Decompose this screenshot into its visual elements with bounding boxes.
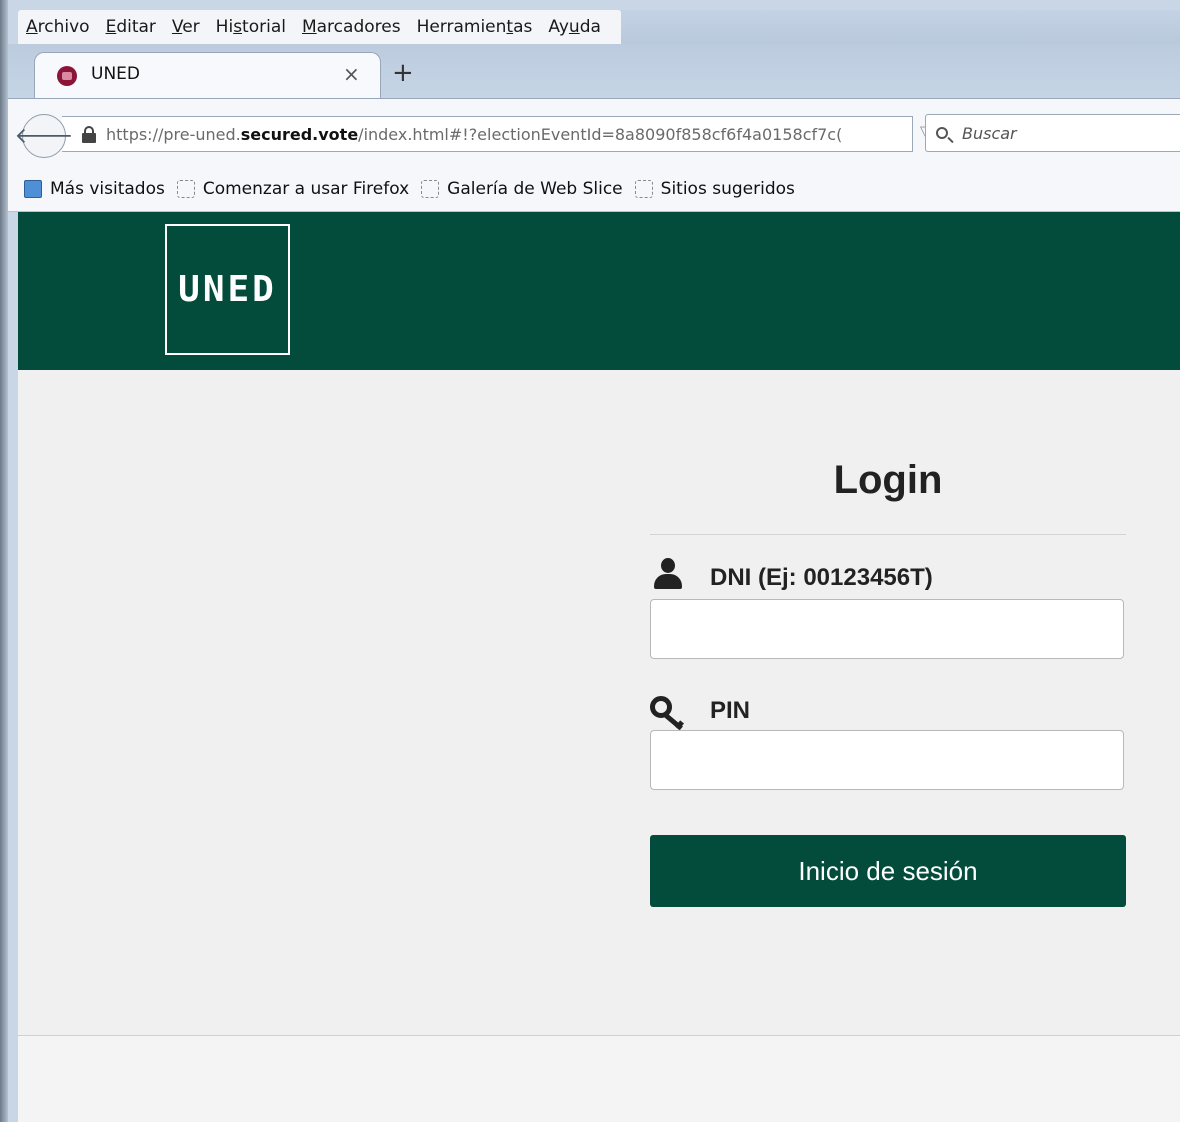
bookmark-web-slice[interactable]: Galería de Web Slice (447, 179, 622, 199)
tab-title: UNED (91, 64, 140, 84)
menu-marcadores[interactable]: Marcadores (294, 17, 409, 37)
menu-archivo[interactable]: Archivo (18, 17, 98, 37)
uned-favicon-icon (57, 66, 77, 86)
bookmark-mas-visitados[interactable]: Más visitados (50, 179, 165, 199)
bookmark-placeholder-icon (176, 180, 195, 198)
uned-logo[interactable]: UNED (165, 224, 290, 355)
page-footer (18, 1036, 1180, 1122)
menu-ayuda[interactable]: Ayuda (540, 17, 609, 37)
bookmark-page-icon (24, 180, 42, 198)
divider (650, 534, 1126, 535)
menu-bar: Archivo Editar Ver Historial Marcadores … (18, 10, 621, 44)
dni-field[interactable] (650, 599, 1124, 659)
bookmark-comenzar-firefox[interactable]: Comenzar a usar Firefox (203, 179, 409, 199)
site-header: UNED (18, 212, 1180, 370)
bookmark-sitios-sugeridos[interactable]: Sitios sugeridos (661, 179, 795, 199)
tab-uned[interactable]: UNED × (34, 52, 381, 99)
menu-editar[interactable]: Editar (98, 17, 164, 37)
lock-icon (82, 126, 96, 143)
search-icon (936, 127, 948, 139)
url-text[interactable]: https://pre-uned.secured.vote/index.html… (106, 125, 846, 144)
bookmark-placeholder-icon (421, 180, 440, 198)
bookmark-placeholder-icon (634, 180, 653, 198)
pin-field[interactable] (650, 730, 1124, 790)
user-icon (653, 558, 683, 590)
address-bar[interactable]: https://pre-uned.secured.vote/index.html… (62, 116, 959, 152)
browser-window: Archivo Editar Ver Historial Marcadores … (0, 0, 1180, 1122)
close-icon[interactable]: × (343, 62, 360, 86)
login-title: Login (833, 458, 943, 502)
window-edge (0, 0, 8, 1122)
key-icon (650, 696, 688, 731)
menu-historial[interactable]: Historial (208, 17, 294, 37)
search-box[interactable]: Buscar (925, 114, 1180, 152)
back-arrow-icon: 🡐 (14, 124, 74, 149)
login-button[interactable]: Inicio de sesión (650, 835, 1126, 907)
search-placeholder: Buscar (962, 123, 1017, 143)
title-bar (621, 10, 1180, 44)
new-tab-button[interactable]: + (392, 58, 414, 88)
menu-ver[interactable]: Ver (164, 17, 208, 37)
back-button[interactable]: 🡐 (15, 114, 74, 158)
pin-label: PIN (710, 697, 751, 724)
page-content: UNED Login DNI (Ej: 00123456T) PIN Inici… (18, 212, 1180, 1122)
dni-label: DNI (Ej: 00123456T) (710, 564, 933, 591)
bookmarks-toolbar: Más visitados Comenzar a usar Firefox Ga… (8, 167, 1180, 212)
logo-text: UNED (178, 269, 277, 310)
menu-herramientas[interactable]: Herramientas (409, 17, 541, 37)
